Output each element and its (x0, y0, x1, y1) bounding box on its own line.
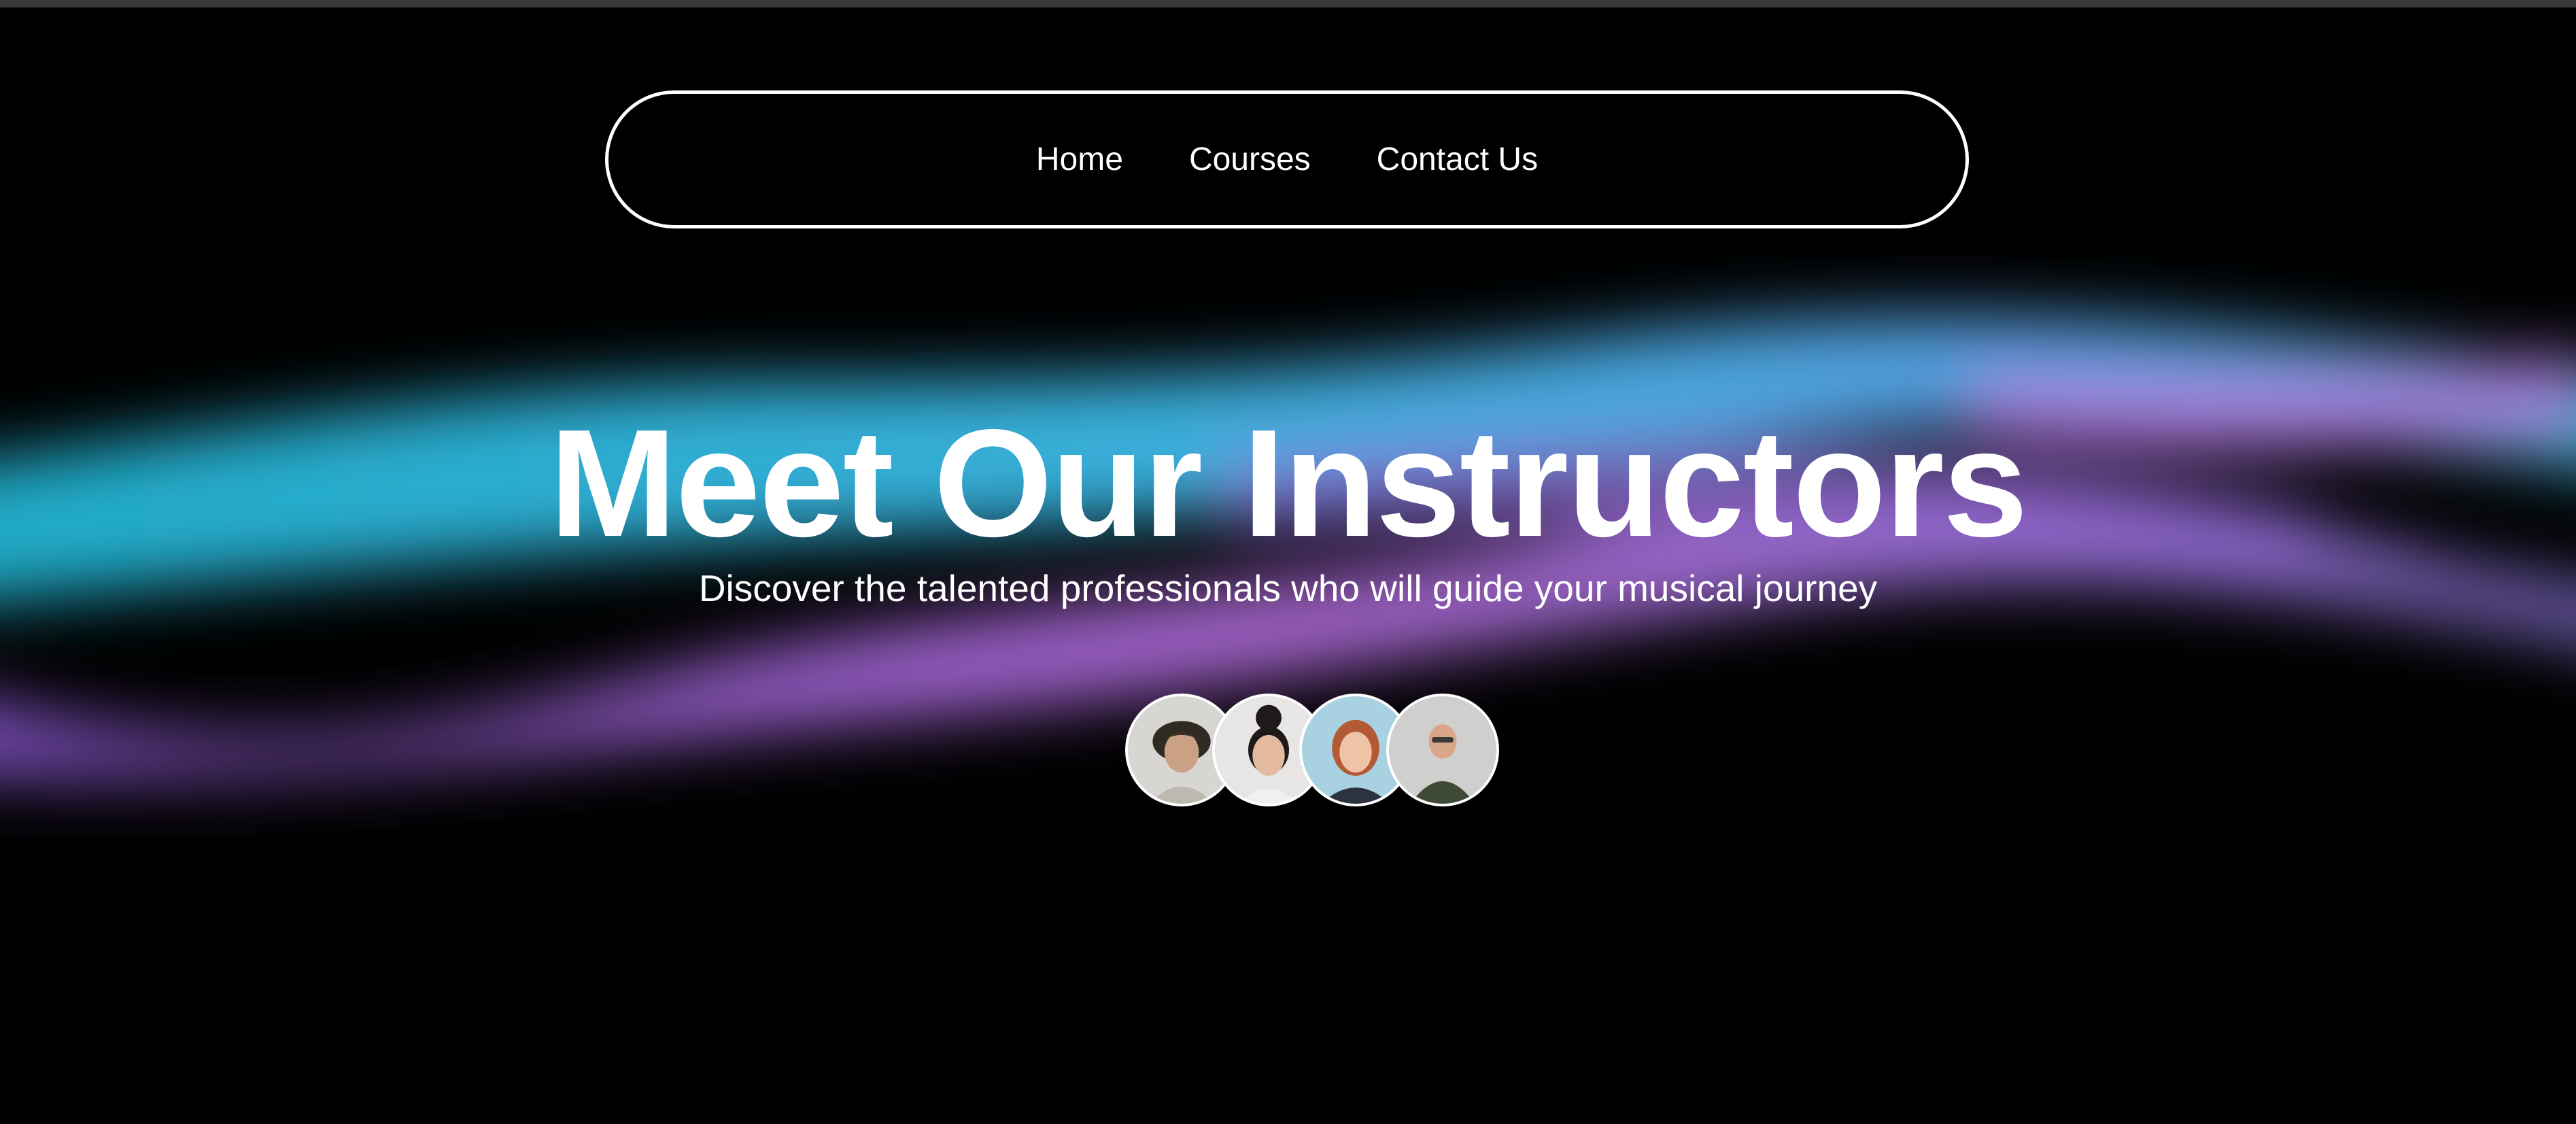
hero-title: Meet Our Instructors (549, 397, 2028, 568)
instructor-avatar-4[interactable] (1386, 694, 1499, 806)
nav-link-home[interactable]: Home (1036, 141, 1123, 178)
nav-link-courses[interactable]: Courses (1189, 141, 1311, 178)
instructor-avatar-group (1125, 694, 1499, 806)
nav-link-contact-us[interactable]: Contact Us (1377, 141, 1538, 178)
hero-subtitle: Discover the talented professionals who … (698, 567, 1878, 609)
person-photo-icon (1389, 696, 1496, 804)
main-navbar: Home Courses Contact Us (605, 90, 1969, 228)
